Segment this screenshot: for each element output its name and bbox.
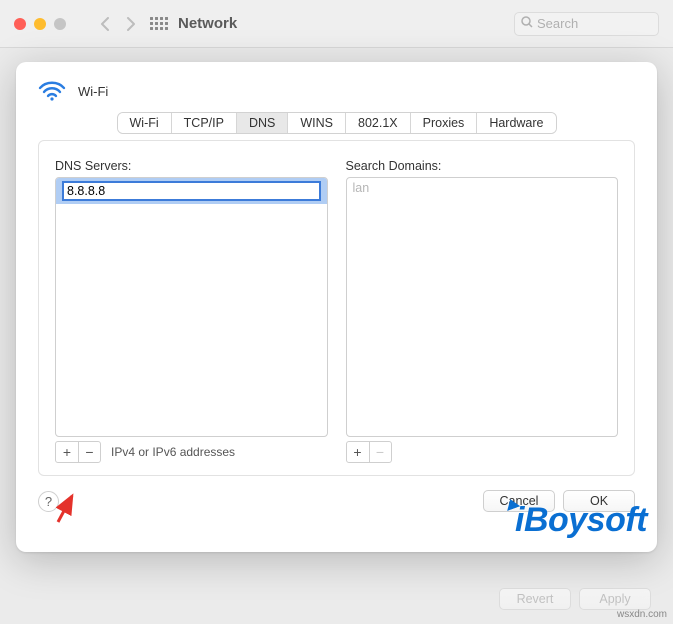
tab-wi-fi[interactable]: Wi-Fi: [118, 113, 172, 133]
forward-button[interactable]: [118, 11, 144, 37]
dns-servers-list[interactable]: [55, 177, 328, 437]
dns-hint: IPv4 or IPv6 addresses: [111, 445, 235, 459]
network-advanced-sheet: Wi-Fi Wi-FiTCP/IPDNSWINS802.1XProxiesHar…: [16, 62, 657, 552]
window-title: Network: [178, 15, 237, 32]
sheet-header: Wi-Fi: [38, 80, 635, 102]
dns-servers-column: DNS Servers: + − IPv4 or IPv6 addresses: [55, 159, 328, 463]
search-domain-placeholder: lan: [347, 178, 618, 198]
sheet-footer: ? Cancel OK: [38, 490, 635, 512]
tabs: Wi-FiTCP/IPDNSWINS802.1XProxiesHardware: [38, 112, 635, 134]
source-domain-mark: wsxdn.com: [617, 609, 667, 620]
wifi-icon: [38, 80, 66, 102]
search-placeholder: Search: [537, 16, 578, 31]
tab-wins[interactable]: WINS: [288, 113, 346, 133]
back-button[interactable]: [92, 11, 118, 37]
search-domains-list[interactable]: lan: [346, 177, 619, 437]
tab-tcp-ip[interactable]: TCP/IP: [172, 113, 237, 133]
dns-add-remove: + −: [55, 441, 101, 463]
domain-add-remove: + −: [346, 441, 392, 463]
close-traffic-light[interactable]: [14, 18, 26, 30]
ok-button[interactable]: OK: [563, 490, 635, 512]
tab-panel-dns: DNS Servers: + − IPv4 or IPv6 addresses …: [38, 140, 635, 476]
apply-button[interactable]: Apply: [579, 588, 651, 610]
chevron-right-icon: [126, 17, 136, 31]
tab-proxies[interactable]: Proxies: [411, 113, 478, 133]
chevron-left-icon: [100, 17, 110, 31]
traffic-lights: [14, 18, 66, 30]
tab-dns[interactable]: DNS: [237, 113, 288, 133]
cancel-button[interactable]: Cancel: [483, 490, 555, 512]
grid-icon: [150, 17, 168, 30]
domain-remove-button[interactable]: −: [369, 442, 391, 462]
revert-button[interactable]: Revert: [499, 588, 571, 610]
tab-hardware[interactable]: Hardware: [477, 113, 555, 133]
dns-servers-label: DNS Servers:: [55, 159, 328, 173]
prefpane-footer: Revert Apply: [499, 588, 651, 610]
dns-server-row[interactable]: [56, 178, 327, 204]
titlebar: Network Search: [0, 0, 673, 48]
minimize-traffic-light[interactable]: [34, 18, 46, 30]
search-field[interactable]: Search: [514, 12, 659, 36]
zoom-traffic-light: [54, 18, 66, 30]
tab-802-1x[interactable]: 802.1X: [346, 113, 411, 133]
search-icon: [521, 16, 533, 31]
dns-add-button[interactable]: +: [56, 442, 78, 462]
connection-name: Wi-Fi: [78, 84, 108, 99]
domain-add-button[interactable]: +: [347, 442, 369, 462]
search-domains-label: Search Domains:: [346, 159, 619, 173]
search-domains-column: Search Domains: lan + −: [346, 159, 619, 463]
help-button[interactable]: ?: [38, 491, 59, 512]
show-all-button[interactable]: [150, 17, 168, 30]
dns-remove-button[interactable]: −: [78, 442, 100, 462]
dns-server-input[interactable]: [62, 181, 321, 201]
